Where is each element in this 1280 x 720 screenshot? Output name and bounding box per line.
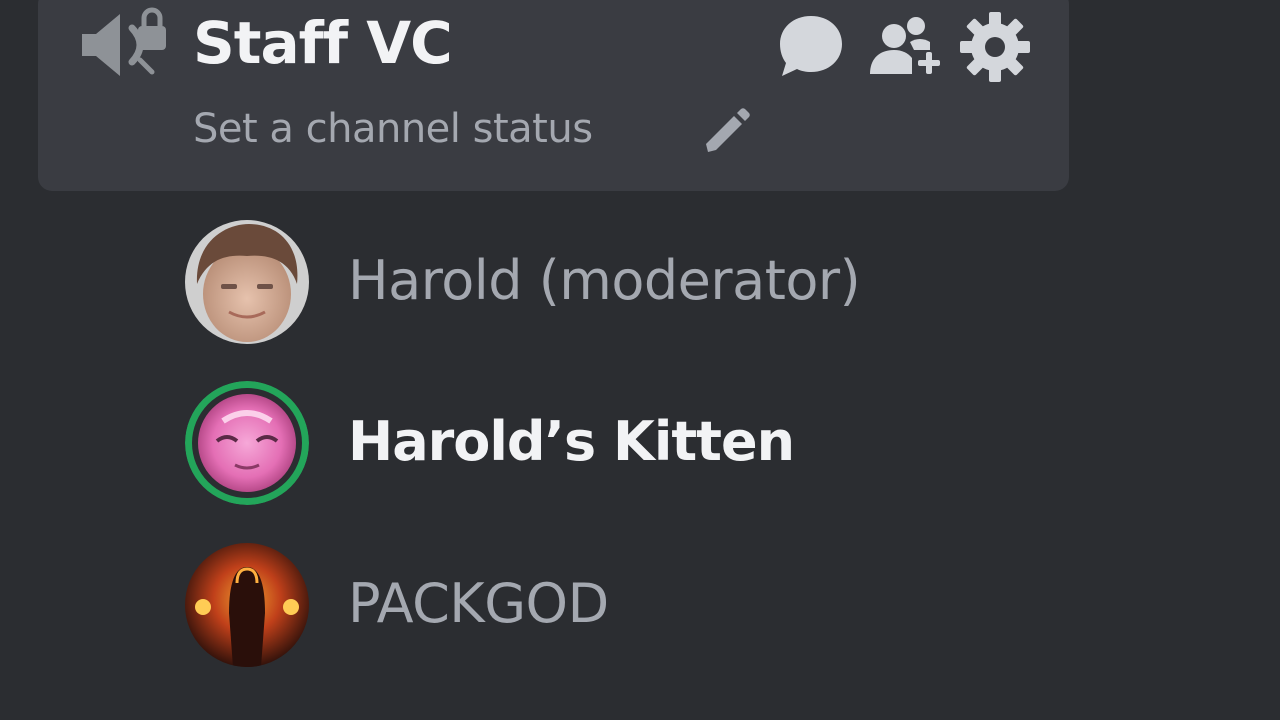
voice-channel-panel: Staff VC Set a channel status Harold (mo… [0,0,1280,720]
avatar [185,543,309,667]
gear-icon[interactable] [958,10,1032,84]
voice-member[interactable]: PACKGOD [183,543,1083,667]
channel-name: Staff VC [193,9,453,77]
voice-member[interactable]: Harold (moderator) [183,220,1083,344]
member-name: PACKGOD [348,572,609,635]
chat-bubble-icon[interactable] [776,12,846,80]
avatar [185,220,309,344]
member-name: Harold (moderator) [348,249,861,312]
add-people-icon[interactable] [866,10,942,84]
pencil-icon[interactable] [698,104,750,156]
voice-member[interactable]: Harold’s Kitten [183,381,1083,505]
avatar [185,381,309,505]
member-name: Harold’s Kitten [348,410,795,473]
speaker-lock-icon [82,7,166,76]
set-channel-status[interactable]: Set a channel status [193,104,593,154]
